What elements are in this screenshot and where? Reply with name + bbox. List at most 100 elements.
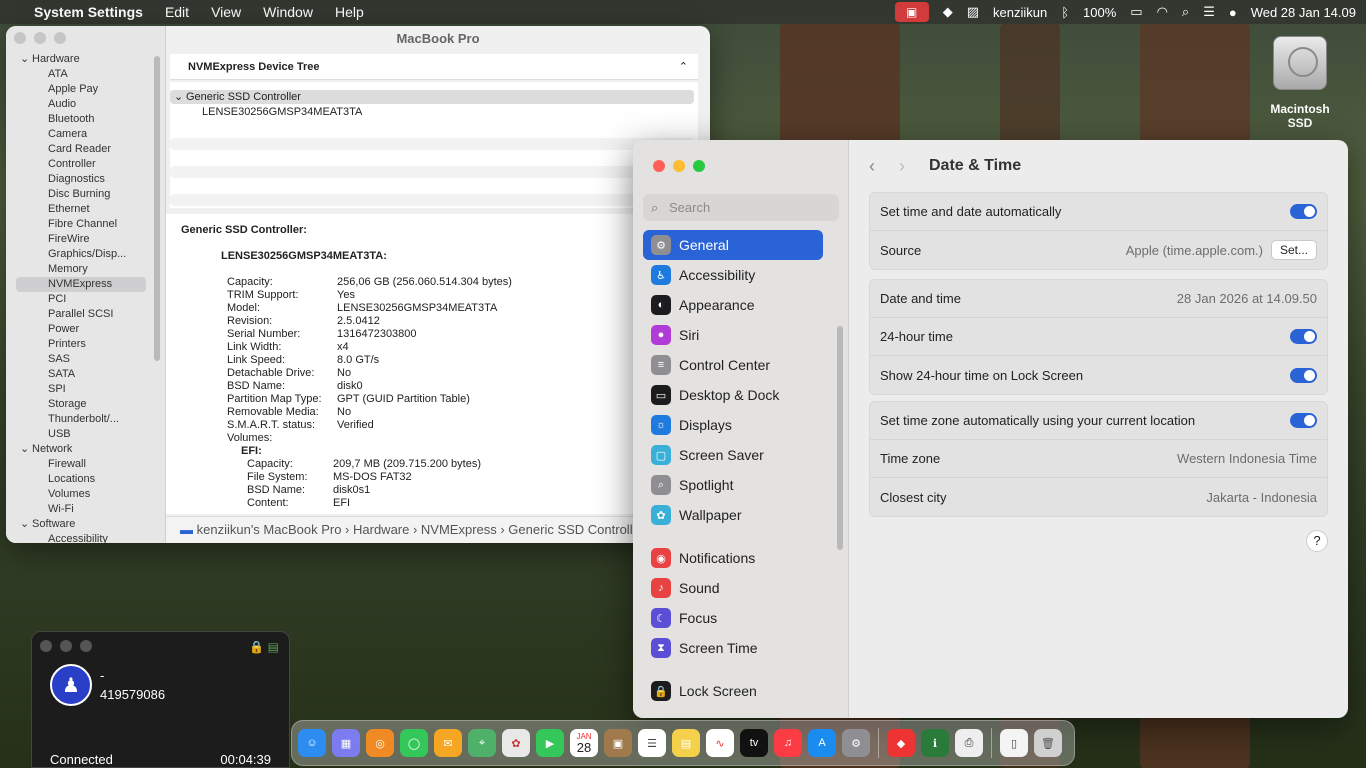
- maps-icon[interactable]: ⌖: [468, 729, 496, 757]
- system-settings-icon[interactable]: ⚙: [842, 729, 870, 757]
- message-icon[interactable]: ▤: [268, 640, 279, 654]
- sidebar-item-screen-time[interactable]: ⧗ Screen Time: [643, 633, 823, 663]
- auto-time-toggle[interactable]: [1290, 204, 1317, 219]
- tz-auto-toggle[interactable]: [1290, 413, 1317, 428]
- reminders-icon[interactable]: ☰: [638, 729, 666, 757]
- tree-row-drive[interactable]: LENSE30256GMSP34MEAT3TA: [202, 106, 362, 118]
- h24-toggle[interactable]: [1290, 329, 1317, 344]
- sidebar-item-control-center[interactable]: ≡ Control Center: [643, 350, 823, 380]
- sidebar-item[interactable]: Fibre Channel: [6, 217, 156, 232]
- battery-percent[interactable]: 100%: [1083, 5, 1116, 20]
- sidebar-item[interactable]: FireWire: [6, 232, 156, 247]
- sidebar-item[interactable]: Firewall: [6, 457, 156, 472]
- sidebar-item[interactable]: Locations: [6, 472, 156, 487]
- siri-icon[interactable]: ●: [1229, 5, 1237, 20]
- menu-user[interactable]: kenziikun: [993, 5, 1047, 20]
- sidebar-item[interactable]: SPI: [6, 382, 156, 397]
- sidebar-item[interactable]: Audio: [6, 97, 156, 112]
- desktop-drive[interactable]: Macintosh SSD: [1260, 36, 1340, 130]
- mail-icon[interactable]: ✉: [434, 729, 462, 757]
- sidebar-item[interactable]: Controller: [6, 157, 156, 172]
- freeform-icon[interactable]: ∿: [706, 729, 734, 757]
- sidebar-scrollbar[interactable]: [837, 326, 843, 550]
- wifi-icon[interactable]: ◠: [1157, 4, 1168, 20]
- dropbox-icon[interactable]: ◆: [943, 4, 953, 20]
- path-text[interactable]: kenziikun's MacBook Pro › Hardware › NVM…: [197, 522, 645, 537]
- menu-window[interactable]: Window: [263, 4, 313, 20]
- sidebar-item-screen-saver[interactable]: ▢ Screen Saver: [643, 440, 823, 470]
- system-information-icon[interactable]: ℹ: [921, 729, 949, 757]
- zoom-button[interactable]: [54, 32, 66, 44]
- sidebar-item-desktop-dock[interactable]: ▭ Desktop & Dock: [643, 380, 823, 410]
- sidebar-item[interactable]: Printers: [6, 337, 156, 352]
- sidebar-item[interactable]: Diagnostics: [6, 172, 156, 187]
- bluetooth-icon[interactable]: ᛒ: [1061, 5, 1069, 20]
- sidebar-item[interactable]: Disc Burning: [6, 187, 156, 202]
- sidebar-item-displays[interactable]: ☼ Displays: [643, 410, 823, 440]
- screen-record-icon[interactable]: ▣: [894, 2, 929, 22]
- sidebar-item[interactable]: Thunderbolt/...: [6, 412, 156, 427]
- sidebar-item-accessibility[interactable]: ♿ Accessibility: [643, 260, 823, 290]
- sidebar-group-hardware[interactable]: Hardware: [6, 52, 156, 67]
- apple-tv-icon[interactable]: tv: [740, 729, 768, 757]
- hard-drive-icon[interactable]: [1273, 36, 1327, 90]
- sidebar-item-sound[interactable]: ♪ Sound: [643, 573, 823, 603]
- sidebar-item[interactable]: Camera: [6, 127, 156, 142]
- minimize-button[interactable]: [60, 640, 72, 652]
- sidebar-item[interactable]: SAS: [6, 352, 156, 367]
- device-tree-header[interactable]: NVMExpress Device Tree ⌃: [170, 54, 698, 80]
- sidebar-item[interactable]: Apple Pay: [6, 82, 156, 97]
- menu-edit[interactable]: Edit: [165, 4, 189, 20]
- control-center-icon[interactable]: ☰: [1203, 4, 1215, 20]
- forward-button[interactable]: ›: [899, 156, 905, 177]
- zoom-button[interactable]: [80, 640, 92, 652]
- app-store-icon[interactable]: A: [808, 729, 836, 757]
- sidebar-item-appearance[interactable]: ◐ Appearance: [643, 290, 823, 320]
- sidebar-item[interactable]: SATA: [6, 367, 156, 382]
- sidebar-group-software[interactable]: Software: [6, 517, 156, 532]
- messages-icon[interactable]: ◯: [400, 729, 428, 757]
- contacts-icon[interactable]: ▣: [604, 729, 632, 757]
- sidebar-item[interactable]: Parallel SCSI: [6, 307, 156, 322]
- menu-view[interactable]: View: [211, 4, 241, 20]
- sidebar-item[interactable]: Accessibility: [6, 532, 156, 543]
- sidebar-item[interactable]: Storage: [6, 397, 156, 412]
- facetime-icon[interactable]: ▶: [536, 729, 564, 757]
- sidebar-item-notifications[interactable]: ◉ Notifications: [643, 543, 823, 573]
- minimize-button[interactable]: [34, 32, 46, 44]
- music-icon[interactable]: ♫: [774, 729, 802, 757]
- sidebar-item[interactable]: Bluetooth: [6, 112, 156, 127]
- sidebar-item[interactable]: Wi-Fi: [6, 502, 156, 517]
- help-button[interactable]: ?: [1306, 530, 1328, 552]
- photos-icon[interactable]: ✿: [502, 729, 530, 757]
- sidebar-scrollbar[interactable]: [154, 56, 160, 361]
- h24-lock-toggle[interactable]: [1290, 367, 1317, 383]
- finder-icon[interactable]: ☺: [298, 729, 326, 757]
- search-input[interactable]: ⌕ Search: [643, 194, 839, 221]
- sidebar-item[interactable]: Ethernet: [6, 202, 156, 217]
- search-icon[interactable]: ⌕: [1182, 4, 1189, 20]
- sidebar-item[interactable]: NVMExpress: [16, 277, 146, 292]
- zoom-button[interactable]: [693, 160, 705, 172]
- close-button[interactable]: [14, 32, 26, 44]
- chevron-down-icon[interactable]: ⌄: [174, 90, 183, 104]
- sidebar-item-general[interactable]: ⚙ General: [643, 230, 823, 260]
- battery-icon[interactable]: ▭: [1130, 4, 1142, 20]
- preview-icon[interactable]: ⎙: [955, 729, 983, 757]
- close-button[interactable]: [653, 160, 665, 172]
- clock[interactable]: Wed 28 Jan 14.09: [1251, 5, 1356, 20]
- chevron-up-icon[interactable]: ⌃: [679, 54, 688, 80]
- back-button[interactable]: ‹: [869, 156, 875, 177]
- calendar-icon[interactable]: JAN 28: [570, 729, 598, 757]
- launchpad-icon[interactable]: ▦: [332, 729, 360, 757]
- sidebar-item[interactable]: Memory: [6, 262, 156, 277]
- screen-recorder-icon[interactable]: ◆: [887, 729, 915, 757]
- trash-icon[interactable]: 🗑: [1034, 729, 1062, 757]
- safari-icon[interactable]: ◎: [366, 729, 394, 757]
- sidebar-item[interactable]: PCI: [6, 292, 156, 307]
- set-button[interactable]: Set...: [1270, 240, 1317, 260]
- sidebar-item-wallpaper[interactable]: ✿ Wallpaper: [643, 500, 823, 530]
- sidebar-item[interactable]: Card Reader: [6, 142, 156, 157]
- sidebar-item[interactable]: USB: [6, 427, 156, 442]
- close-button[interactable]: [40, 640, 52, 652]
